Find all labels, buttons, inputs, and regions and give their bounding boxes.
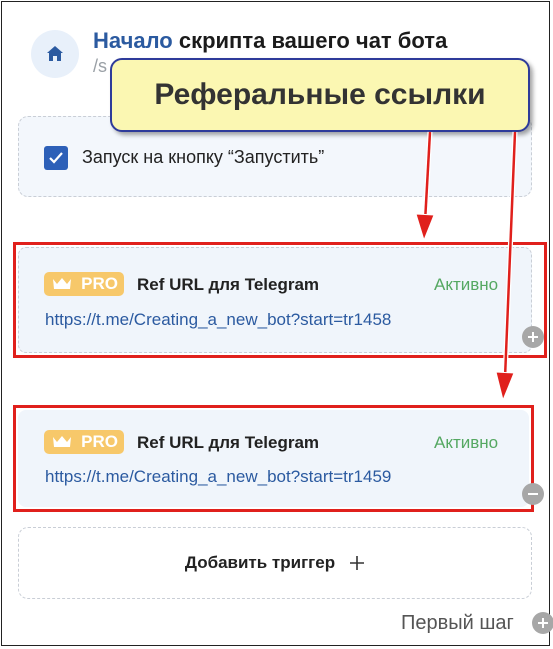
plus-icon: [350, 556, 365, 570]
ref-link-url[interactable]: https://t.me/Creating_a_new_bot?start=tr…: [45, 310, 391, 330]
first-step-label: Первый шаг: [401, 612, 514, 634]
annotation-callout: Реферальные ссылки: [110, 58, 530, 132]
start-trigger-checkbox[interactable]: [44, 146, 68, 170]
ref-link-card[interactable]: [18, 410, 529, 507]
pro-badge: PRO: [44, 272, 124, 296]
home-icon: [47, 46, 63, 61]
page-title-rest: скрипта вашего чат бота: [172, 28, 448, 53]
pro-badge-label: PRO: [81, 432, 118, 451]
remove-step-button[interactable]: [522, 483, 544, 505]
page-title: Начало скрипта вашего чат бота: [93, 28, 447, 54]
ref-link-url[interactable]: https://t.me/Creating_a_new_bot?start=tr…: [45, 467, 391, 487]
start-trigger-label: Запуск на кнопку “Запустить”: [82, 147, 325, 167]
add-trigger-label: Добавить триггер: [184, 553, 336, 572]
page-subtitle: /s: [93, 56, 108, 76]
plus-icon: [538, 618, 548, 628]
ref-link-status: Активно: [434, 433, 499, 452]
home-button[interactable]: [31, 30, 79, 78]
pro-badge-label: PRO: [81, 274, 118, 293]
checkmark-icon: [49, 152, 63, 164]
ref-link-card[interactable]: [18, 247, 532, 353]
plus-icon: [528, 332, 538, 342]
add-step-button[interactable]: [522, 326, 544, 348]
add-first-step-button[interactable]: [532, 612, 553, 634]
minus-icon: [528, 493, 538, 495]
ref-link-title: Ref URL для Telegram: [137, 433, 320, 452]
crown-icon: [53, 278, 71, 289]
page-title-accent: Начало: [93, 28, 173, 53]
pro-badge: PRO: [44, 430, 124, 454]
crown-icon: [53, 436, 71, 447]
ref-link-status: Активно: [434, 275, 499, 294]
ref-link-title: Ref URL для Telegram: [137, 275, 320, 294]
add-trigger-button[interactable]: Добавить триггер: [18, 527, 532, 599]
